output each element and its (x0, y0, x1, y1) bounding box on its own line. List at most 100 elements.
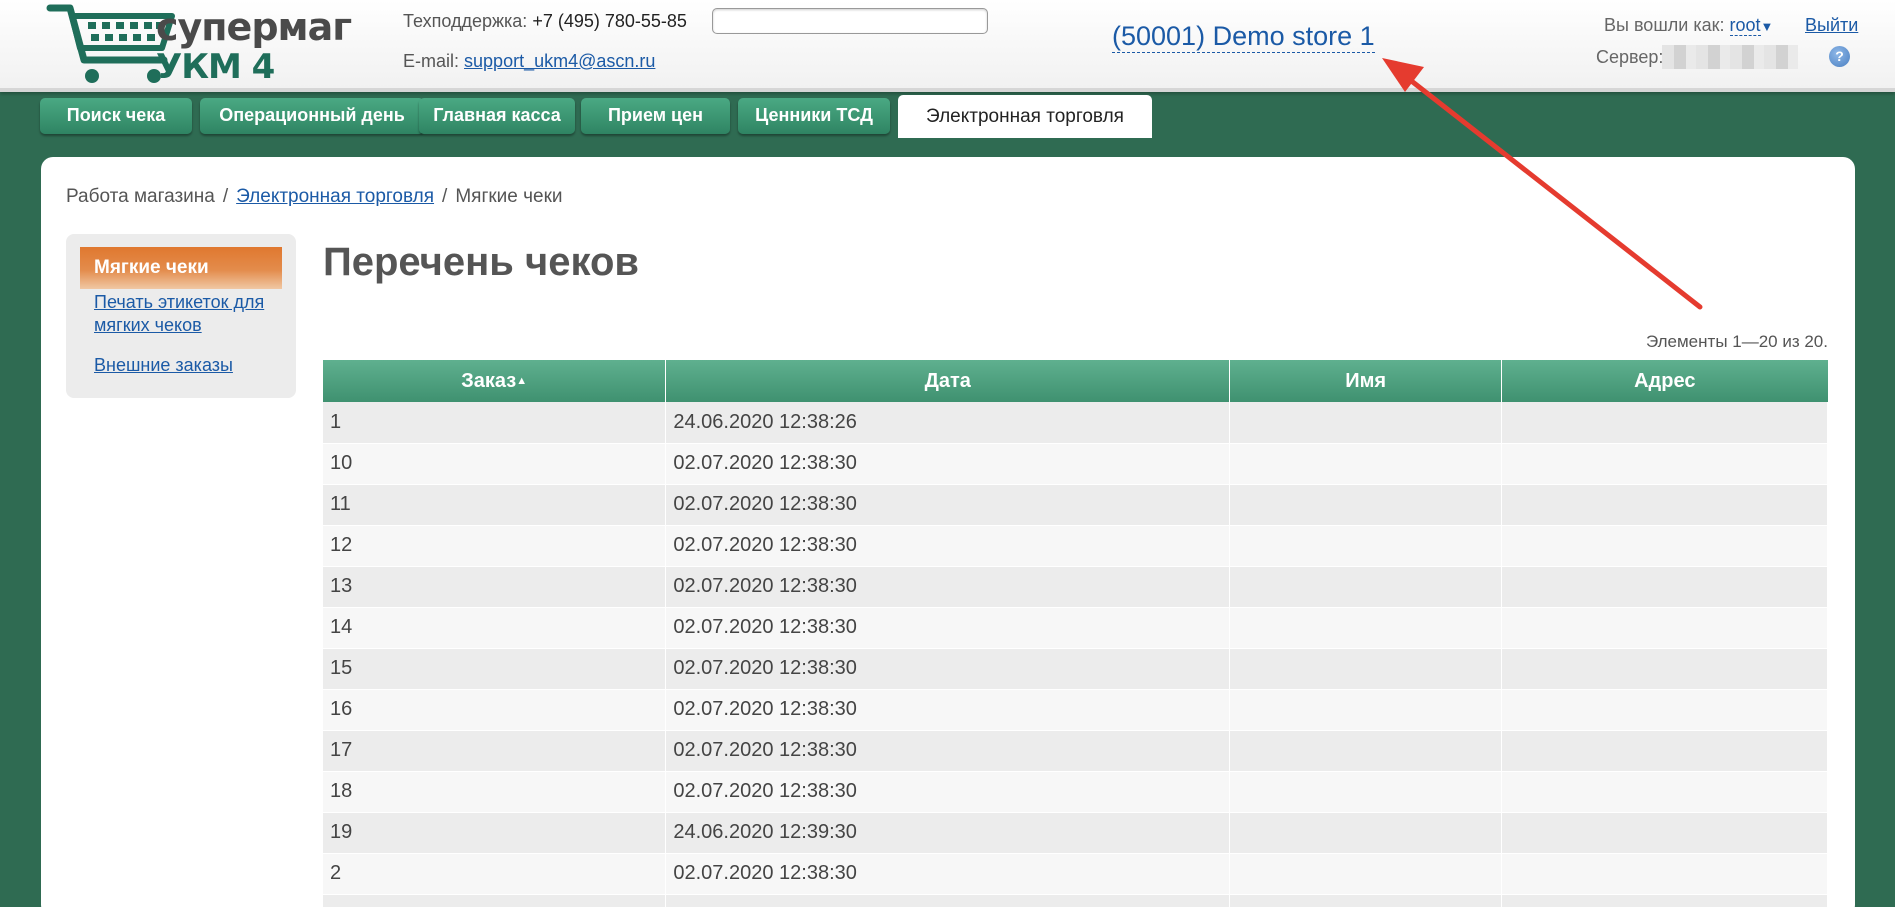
cell-name (1229, 648, 1503, 690)
supermag-logo[interactable]: супермаг УКМ 4 (46, 2, 352, 87)
table-row[interactable]: 1 24.06.2020 12:38:26 (323, 402, 1828, 444)
table-row[interactable]: 10 02.07.2020 12:38:30 (323, 443, 1828, 485)
logout-link[interactable]: Выйти (1805, 15, 1858, 36)
login-info: Вы вошли как: root▼ (1604, 15, 1773, 36)
sidebar-item-print-labels[interactable]: Печать этикеток для мягких чеков (94, 291, 294, 337)
sidebar-item-soft-receipts[interactable]: Мягкие чеки (80, 247, 282, 289)
cell-date: 02.07.2020 12:38:30 (665, 853, 1231, 895)
app-header: супермаг УКМ 4 Техподдержка: +7 (495) 78… (0, 0, 1895, 92)
email-label: E-mail: (403, 51, 460, 71)
table-row[interactable] (323, 894, 1828, 907)
cell-name (1229, 566, 1503, 608)
support-label: Техподдержка: (403, 11, 528, 31)
cell-order: 1 (323, 402, 667, 444)
cell-date: 02.07.2020 12:38:30 (665, 566, 1231, 608)
cell-address (1501, 730, 1828, 772)
table-row[interactable]: 17 02.07.2020 12:38:30 (323, 730, 1828, 772)
cell-order: 12 (323, 525, 667, 567)
support-email: E-mail: support_ukm4@ascn.ru (403, 51, 655, 72)
cell-name (1229, 607, 1503, 649)
store-selector[interactable]: (50001) Demo store 1 (1112, 20, 1375, 53)
help-icon[interactable]: ? (1829, 46, 1850, 67)
table-row[interactable]: 2 02.07.2020 12:38:30 (323, 853, 1828, 895)
server-value-redacted (1662, 45, 1798, 69)
cell-date: 02.07.2020 12:38:30 (665, 689, 1231, 731)
cell-order: 2 (323, 853, 667, 895)
cell-date: 02.07.2020 12:38:30 (665, 525, 1231, 567)
breadcrumb-separator: / (222, 186, 229, 207)
search-input[interactable] (712, 8, 988, 34)
page-title: Перечень чеков (323, 240, 639, 284)
cell-name (1229, 484, 1503, 526)
table-row[interactable]: 18 02.07.2020 12:38:30 (323, 771, 1828, 813)
cell-date: 24.06.2020 12:38:26 (665, 402, 1231, 444)
column-header-address[interactable]: Адрес (1501, 360, 1828, 402)
cell-name (1229, 894, 1503, 907)
cell-date: 24.06.2020 12:39:30 (665, 812, 1231, 854)
cell-date: 02.07.2020 12:38:30 (665, 648, 1231, 690)
tab-price-tags[interactable]: Ценники ТСД (738, 98, 890, 134)
sidebar: Мягкие чеки Печать этикеток для мягких ч… (66, 234, 296, 398)
breadcrumb: Работа магазина / Электронная торговля / Мяг… (66, 186, 563, 208)
tab-price-import[interactable]: Прием цен (581, 98, 730, 134)
breadcrumb-root: Работа магазина (66, 186, 215, 207)
cell-date: 02.07.2020 12:38:30 (665, 771, 1231, 813)
pagination-count: Элементы 1—20 из 20. (1645, 332, 1828, 351)
cell-address (1501, 484, 1828, 526)
cell-date: 02.07.2020 12:38:30 (665, 443, 1231, 485)
table-row[interactable]: 15 02.07.2020 12:38:30 (323, 648, 1828, 690)
table-row[interactable]: 16 02.07.2020 12:38:30 (323, 689, 1828, 731)
cell-order: 15 (323, 648, 667, 690)
column-header-order[interactable]: Заказ▲ (323, 360, 667, 402)
table-row[interactable]: 13 02.07.2020 12:38:30 (323, 566, 1828, 608)
login-label: Вы вошли как: (1604, 15, 1725, 35)
cell-name (1229, 443, 1503, 485)
logo-text-secondary: УКМ 4 (156, 47, 275, 87)
cell-order: 10 (323, 443, 667, 485)
breadcrumb-current: Мягкие чеки (455, 186, 563, 207)
cell-order: 13 (323, 566, 667, 608)
cell-order: 17 (323, 730, 667, 772)
column-header-date[interactable]: Дата (665, 360, 1231, 402)
cell-order: 14 (323, 607, 667, 649)
cell-address (1501, 812, 1828, 854)
cell-name (1229, 402, 1503, 444)
tab-e-commerce[interactable]: Электронная торговля (898, 95, 1152, 138)
sidebar-item-external-orders[interactable]: Внешние заказы (94, 354, 294, 377)
cell-name (1229, 525, 1503, 567)
cell-name (1229, 812, 1503, 854)
cell-date: 02.07.2020 12:38:30 (665, 607, 1231, 649)
breadcrumb-link-e-commerce[interactable]: Электронная торговля (236, 186, 434, 207)
cell-address (1501, 607, 1828, 649)
support-phone: Техподдержка: +7 (495) 780-55-85 (403, 11, 687, 32)
table-row[interactable]: 11 02.07.2020 12:38:30 (323, 484, 1828, 526)
cell-address (1501, 443, 1828, 485)
cell-name (1229, 689, 1503, 731)
chevron-down-icon[interactable]: ▼ (1761, 19, 1774, 34)
table-row[interactable]: 12 02.07.2020 12:38:30 (323, 525, 1828, 567)
table-header-row: Заказ▲ Дата Имя Адрес (323, 360, 1828, 402)
cell-address (1501, 771, 1828, 813)
server-label: Сервер: (1596, 47, 1664, 67)
cell-address (1501, 689, 1828, 731)
table-row[interactable]: 14 02.07.2020 12:38:30 (323, 607, 1828, 649)
cell-order: 18 (323, 771, 667, 813)
cell-address (1501, 566, 1828, 608)
sort-ascending-icon: ▲ (516, 374, 528, 387)
cell-address (1501, 894, 1828, 907)
cell-name (1229, 853, 1503, 895)
cell-date: 02.07.2020 12:38:30 (665, 730, 1231, 772)
tab-main-cash[interactable]: Главная касса (419, 98, 575, 134)
logo-text-primary: супермаг (156, 5, 352, 49)
user-menu[interactable]: root (1729, 15, 1761, 36)
column-header-order-label: Заказ (461, 369, 517, 392)
cell-address (1501, 525, 1828, 567)
table-row[interactable]: 19 24.06.2020 12:39:30 (323, 812, 1828, 854)
email-link[interactable]: support_ukm4@ascn.ru (464, 51, 655, 71)
breadcrumb-separator: / (442, 186, 448, 207)
cell-order: 11 (323, 484, 667, 526)
tab-receipt-search[interactable]: Поиск чека (40, 98, 192, 134)
column-header-name[interactable]: Имя (1229, 360, 1503, 402)
tab-operational-day[interactable]: Операционный день (200, 98, 424, 134)
cell-name (1229, 730, 1503, 772)
